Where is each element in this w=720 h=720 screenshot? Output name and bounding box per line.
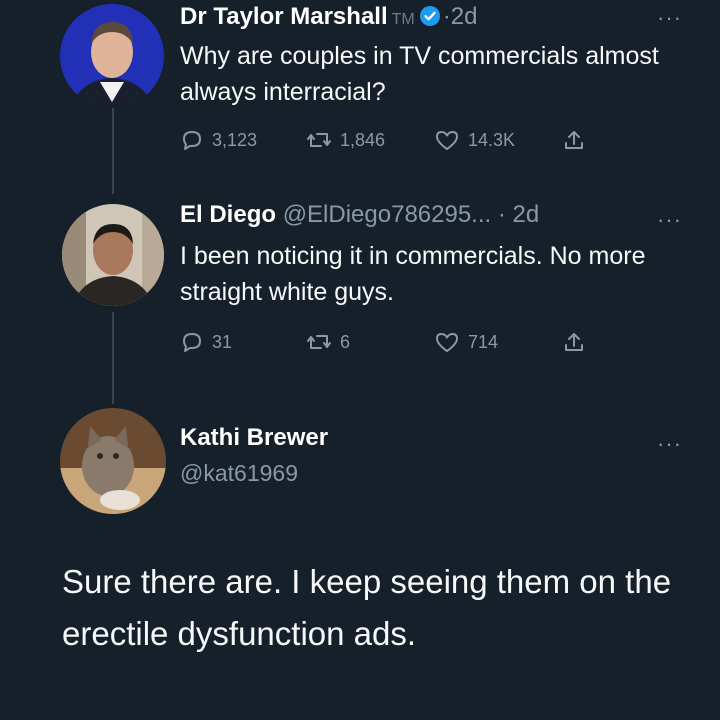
author-handle[interactable]: @ElDiego786295...: [283, 201, 492, 228]
author-name[interactable]: El Diego: [180, 201, 276, 228]
avatar[interactable]: [60, 408, 166, 514]
retweet-button[interactable]: 6: [306, 330, 350, 354]
author-handle[interactable]: @kat61969: [180, 460, 298, 487]
separator-dot: ·: [497, 201, 506, 228]
separator-dot: ·: [442, 3, 451, 30]
like-icon: [434, 128, 460, 152]
reply-count: 31: [212, 331, 233, 352]
tweet-el-diego[interactable]: El Diego @ElDiego786295... · 2d ··· I be…: [0, 196, 720, 396]
retweet-icon: [306, 128, 332, 152]
like-button[interactable]: 14.3K: [434, 128, 515, 152]
avatar[interactable]: [62, 204, 164, 306]
tweet-text: I been noticing it in commercials. No mo…: [180, 242, 646, 306]
share-icon: [562, 330, 586, 354]
tweet-taylor-marshall[interactable]: Dr Taylor Marshall TM ·2d ··· Why are coup…: [0, 0, 720, 200]
like-button[interactable]: 714: [434, 330, 498, 354]
like-icon: [434, 330, 460, 354]
author-name[interactable]: Dr Taylor Marshall: [180, 3, 388, 30]
tweet-header: Dr Taylor Marshall TM ·2d: [180, 2, 477, 35]
tweet-actions: 3,123 1,846 14.3K: [180, 128, 600, 158]
retweet-count: 1,846: [340, 129, 386, 150]
avatar[interactable]: [60, 4, 164, 108]
tweet-actions: 31 6 714: [180, 330, 600, 360]
tweet-kathi-brewer[interactable]: Kathi Brewer @kat61969 ··· Sure there ar…: [0, 400, 720, 720]
retweet-count: 6: [340, 331, 351, 352]
reply-icon: [180, 128, 204, 152]
share-button[interactable]: [562, 330, 586, 354]
like-count: 14.3K: [468, 129, 516, 150]
tweet-header: El Diego @ElDiego786295... · 2d: [180, 200, 539, 230]
retweet-icon: [306, 330, 332, 354]
retweet-button[interactable]: 1,846: [306, 128, 385, 152]
author-name[interactable]: Kathi Brewer: [180, 424, 328, 452]
author-badge-text: TM: [391, 11, 415, 28]
tweet-text: Why are couples in TV commercials almost…: [180, 42, 659, 106]
timestamp[interactable]: 2d: [513, 201, 540, 228]
like-count: 714: [468, 331, 499, 352]
more-icon[interactable]: ···: [657, 433, 682, 455]
verified-icon: [419, 5, 441, 35]
more-icon[interactable]: ···: [657, 7, 682, 29]
share-button[interactable]: [562, 128, 586, 152]
reply-button[interactable]: 3,123: [180, 128, 257, 152]
reply-text: Sure there are. I keep seeing them on th…: [62, 563, 672, 652]
share-icon: [562, 128, 586, 152]
reply-icon: [180, 330, 204, 354]
more-icon[interactable]: ···: [657, 209, 682, 231]
reply-button[interactable]: 31: [180, 330, 232, 354]
reply-count: 3,123: [212, 129, 258, 150]
timestamp[interactable]: 2d: [451, 3, 478, 30]
